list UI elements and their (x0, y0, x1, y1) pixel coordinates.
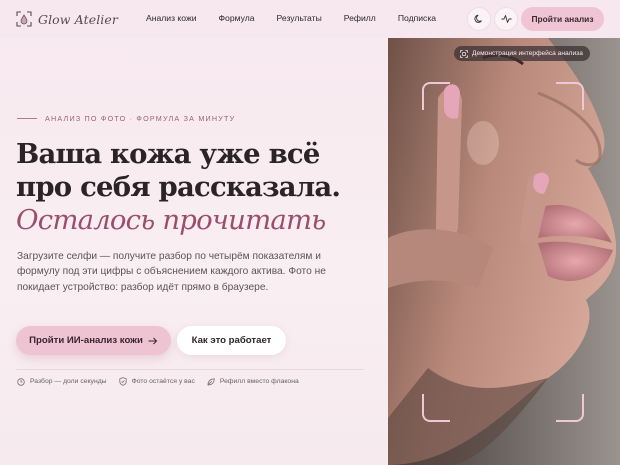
nav-item-formula[interactable]: Формула (219, 12, 255, 24)
brand-name: Glow Atelier (38, 11, 118, 27)
theme-toggle-button[interactable] (467, 7, 491, 31)
brand-logo[interactable]: Glow Atelier (16, 9, 118, 29)
main-nav: Анализ кожи Формула Результаты Рефилл По… (146, 12, 458, 24)
nav-item-refill[interactable]: Рефилл (344, 12, 376, 24)
header-cta-button[interactable]: Пройти анализ (521, 7, 604, 31)
leaf-icon (207, 377, 215, 385)
hero-headline: Ваша кожа уже всё про себя рассказала. (16, 138, 376, 204)
feature-label: Разбор — доли секунды (30, 378, 107, 385)
shield-icon (118, 377, 127, 386)
clock-icon (17, 377, 25, 386)
how-it-works-button[interactable]: Как это работает (177, 326, 286, 355)
hero-divider (16, 369, 364, 370)
site-header: Glow Atelier Анализ кожи Формула Результ… (0, 0, 620, 38)
arrow-right-icon (148, 337, 158, 344)
scan-frame-corner (422, 82, 450, 110)
feature-label: Фото остаётся у вас (131, 378, 195, 385)
nav-item-skin-analysis[interactable]: Анализ кожи (146, 12, 197, 24)
demo-photo-panel: Демонстрация интерфейса анализа (388, 38, 620, 465)
demo-badge: Демонстрация интерфейса анализа (454, 46, 590, 61)
feature-item: Рефилл вместо флакона (207, 377, 299, 386)
nav-item-subscription[interactable]: Подписка (398, 12, 436, 24)
nav-item-results[interactable]: Результаты (277, 12, 322, 24)
scan-frame-corner (556, 82, 584, 110)
hero-headline-accent: Осталось прочитать (16, 204, 326, 236)
eyebrow-line (17, 118, 37, 119)
scan-icon (460, 49, 468, 58)
demo-badge-label: Демонстрация интерфейса анализа (472, 50, 583, 57)
logo-mark-icon (16, 11, 32, 27)
hero-lead-text: Загрузите селфи — получите разбор по чет… (17, 251, 326, 293)
theme-moon-icon (474, 14, 482, 23)
hero-eyebrow: АНАЛИЗ ПО ФОТО · ФОРМУЛА ЗА МИНУТУ (17, 114, 235, 123)
activity-pulse-icon (501, 15, 511, 23)
headline-line-1: Ваша кожа уже всё (16, 138, 320, 170)
scan-frame-corner (556, 394, 584, 422)
activity-button[interactable] (494, 7, 518, 31)
headline-line-2: про себя рассказала. (16, 171, 341, 203)
start-analysis-button[interactable]: Пройти ИИ-анализ кожи (16, 326, 171, 355)
scan-frame-corner (422, 394, 450, 422)
eyebrow-text: АНАЛИЗ ПО ФОТО · ФОРМУЛА ЗА МИНУТУ (45, 114, 236, 123)
feature-list: Разбор — доли секунды Фото остаётся у ва… (17, 377, 311, 386)
feature-item: Разбор — доли секунды (17, 377, 107, 386)
feature-item: Фото остаётся у вас (118, 377, 195, 386)
feature-label: Рефилл вместо флакона (219, 378, 299, 385)
start-analysis-label: Пройти ИИ-анализ кожи (29, 335, 143, 346)
